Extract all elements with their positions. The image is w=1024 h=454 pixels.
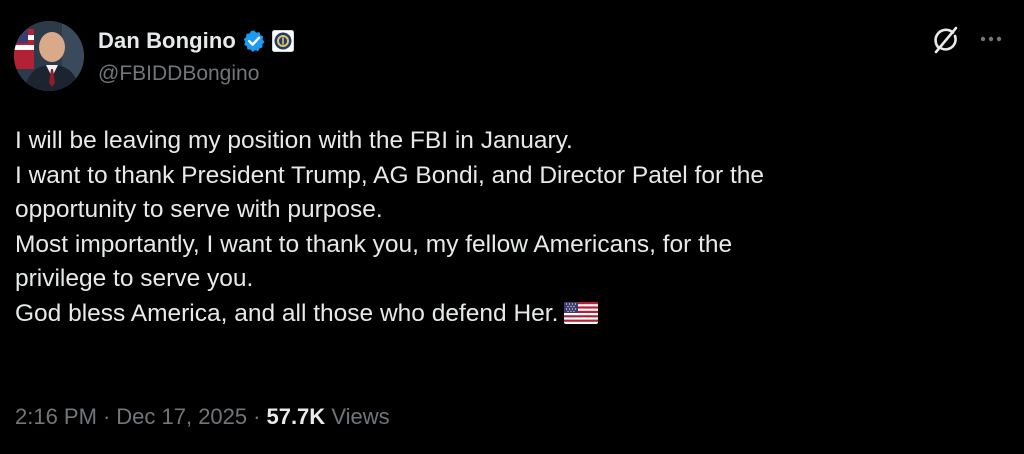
meta-separator: · — [253, 404, 261, 429]
verified-badge-icon[interactable] — [242, 29, 266, 53]
tweet-line: Most importantly, I want to thank you, m… — [15, 230, 733, 258]
avatar[interactable] — [14, 21, 84, 91]
more-options-icon[interactable] — [976, 26, 1006, 52]
us-flag-emoji — [564, 300, 599, 324]
tweet-meta: 2:16 PM · Dec 17, 2025 · 57.7K Views — [15, 404, 390, 430]
tweet-line-last: God bless America, and all those who def… — [15, 297, 1005, 332]
tweet-line-text: God bless America, and all those who def… — [15, 299, 559, 327]
tweet-line: privilege to serve you. — [15, 265, 254, 292]
tweet-line: I want to thank President Trump, AG Bond… — [15, 161, 764, 189]
author-display-name[interactable]: Dan Bongino — [98, 28, 236, 54]
tweet-text: I will be leaving my position with the F… — [15, 124, 1005, 331]
author-handle[interactable]: @FBIDDBongino — [98, 62, 259, 86]
views-label: Views — [331, 404, 390, 429]
views-count[interactable]: 57.7K — [266, 404, 325, 429]
tweet-line: opportunity to serve with purpose. — [15, 196, 383, 223]
meta-separator: · — [102, 404, 111, 429]
author-name-row: Dan Bongino — [98, 24, 294, 58]
tweet-line: I will be leaving my position with the F… — [15, 127, 573, 154]
tweet-date[interactable]: Dec 17, 2025 — [116, 404, 247, 429]
fbi-seal-icon[interactable] — [271, 30, 294, 52]
tweet-card: Dan Bongino @FBIDDBongino I will be leav… — [0, 0, 1024, 454]
grok-icon[interactable] — [930, 24, 962, 56]
tweet-time[interactable]: 2:16 PM — [15, 404, 97, 429]
